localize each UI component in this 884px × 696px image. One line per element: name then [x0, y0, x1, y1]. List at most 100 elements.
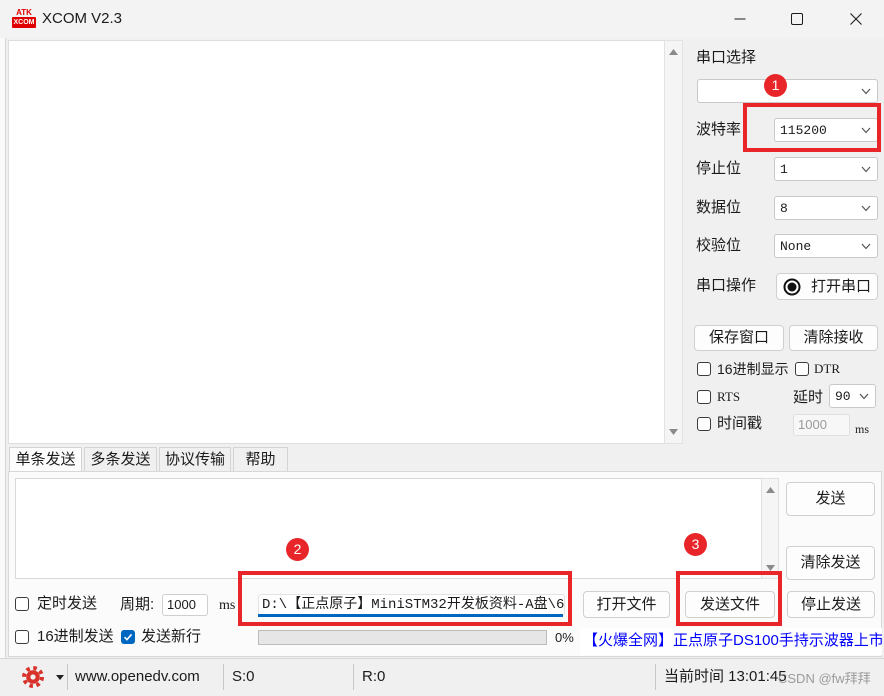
save-window-button[interactable]: 保存窗口	[694, 325, 784, 351]
period-label: 周期:	[120, 596, 155, 613]
send-label: 发送	[815, 490, 846, 507]
timestamp-checkbox[interactable]	[697, 417, 711, 431]
save-window-label: 保存窗口	[708, 329, 769, 346]
clear-send-button[interactable]: 清除发送	[786, 546, 875, 580]
clear-send-label: 清除发送	[800, 554, 861, 571]
minimize-button[interactable]	[717, 0, 763, 38]
xcom-window: ATK XCOM XCOM V2.3 串口选择 波特率 115200 停止位 1…	[0, 0, 884, 696]
chevron-down-icon[interactable]	[861, 166, 871, 173]
chevron-down-icon[interactable]	[861, 127, 871, 134]
window-title: XCOM V2.3	[42, 10, 123, 27]
open-file-button[interactable]: 打开文件	[583, 591, 670, 618]
stop-bits-select[interactable]: 1	[774, 157, 878, 181]
watermark: CSDN @fw拜拜	[778, 671, 871, 686]
annotation-marker-1: 1	[764, 74, 787, 97]
progress-bar	[258, 630, 547, 645]
port-select[interactable]	[697, 79, 878, 103]
title-bar: ATK XCOM XCOM V2.3	[0, 0, 884, 38]
period-input[interactable]: 1000	[162, 594, 208, 616]
ad-link-text[interactable]: 【火爆全网】正点原子DS100手持示波器上市	[583, 631, 882, 651]
chevron-down-icon[interactable]	[861, 205, 871, 212]
delay-label: 延时	[793, 389, 824, 406]
receive-scrollbar[interactable]	[664, 40, 683, 444]
data-bits-label: 数据位	[696, 199, 742, 216]
delay-select[interactable]: 90	[829, 384, 876, 408]
timed-send-label: 定时发送	[37, 595, 98, 612]
progress-text: 0%	[555, 630, 574, 645]
timestamp-interval-value: 1000	[798, 417, 827, 432]
website-link[interactable]: www.openedv.com	[75, 667, 200, 687]
dtr-checkbox[interactable]	[795, 362, 809, 376]
scroll-down-icon[interactable]	[766, 565, 775, 571]
data-bits-value: 8	[780, 201, 788, 216]
minimize-icon	[734, 18, 746, 20]
tab-single-send[interactable]: 单条发送	[9, 447, 82, 472]
scroll-up-icon[interactable]	[669, 49, 678, 55]
open-file-label: 打开文件	[596, 596, 657, 613]
sent-count: S:0	[232, 668, 255, 685]
receive-area[interactable]	[8, 40, 665, 444]
delay-value: 90	[835, 389, 851, 404]
timestamp-interval-input[interactable]: 1000	[793, 414, 850, 436]
chevron-down-icon[interactable]	[859, 393, 869, 400]
scroll-up-icon[interactable]	[766, 487, 775, 493]
send-button[interactable]: 发送	[786, 482, 875, 516]
rts-label: RTS	[717, 389, 741, 404]
send-newline-checkbox[interactable]	[121, 630, 135, 644]
close-button[interactable]	[833, 0, 879, 38]
rts-checkbox[interactable]	[697, 390, 711, 404]
file-path-value: D:\【正点原子】MiniSTM32开发板资料-A盘\6	[262, 597, 565, 613]
baud-value: 115200	[780, 123, 827, 138]
send-newline-label: 发送新行	[141, 628, 202, 645]
port-label: 串口选择	[696, 49, 757, 66]
open-port-label: 打开串口	[811, 278, 872, 295]
open-port-button[interactable]: 打开串口	[776, 273, 878, 300]
annotation-marker-2: 2	[286, 538, 309, 561]
period-unit: ms	[219, 598, 236, 613]
close-icon	[850, 13, 862, 25]
tab-help[interactable]: 帮助	[233, 447, 288, 472]
radio-dot-icon	[783, 278, 801, 296]
data-bits-select[interactable]: 8	[774, 196, 878, 220]
file-path-input[interactable]: D:\【正点原子】MiniSTM32开发板资料-A盘\6	[258, 594, 565, 616]
parity-select[interactable]: None	[774, 234, 878, 258]
annotation-marker-3: 3	[684, 533, 707, 556]
send-scrollbar[interactable]	[761, 478, 779, 579]
chevron-down-icon[interactable]	[861, 243, 871, 250]
status-separator	[67, 664, 68, 690]
parity-label: 校验位	[696, 237, 742, 254]
baud-select[interactable]: 115200	[774, 118, 878, 142]
gear-icon[interactable]	[21, 665, 45, 689]
background-window-edge	[0, 38, 6, 658]
timed-send-checkbox[interactable]	[15, 597, 29, 611]
tab-label: 多条发送	[90, 451, 151, 468]
tab-label: 单条发送	[15, 451, 76, 468]
tab-label: 协议传输	[164, 451, 225, 468]
send-file-label: 发送文件	[699, 596, 760, 613]
clear-receive-label: 清除接收	[803, 329, 864, 346]
clear-receive-button[interactable]: 清除接收	[789, 325, 878, 351]
tab-multi-send[interactable]: 多条发送	[84, 447, 157, 472]
status-separator	[223, 664, 224, 690]
logo-top-text: ATK	[16, 8, 32, 17]
port-operation-label: 串口操作	[696, 277, 757, 294]
timestamp-unit: ms	[855, 422, 870, 436]
scroll-down-icon[interactable]	[669, 429, 678, 435]
received-count: R:0	[362, 668, 386, 685]
status-separator	[353, 664, 354, 690]
hex-display-checkbox[interactable]	[697, 362, 711, 376]
stop-send-label: 停止发送	[800, 596, 861, 613]
ad-link[interactable]: 【火爆全网】正点原子DS100手持示波器上市	[580, 628, 882, 655]
chevron-down-icon[interactable]	[861, 88, 871, 95]
stop-send-button[interactable]: 停止发送	[787, 591, 875, 618]
checkmark-icon	[123, 633, 133, 641]
stop-bits-value: 1	[780, 162, 788, 177]
parity-value: None	[780, 239, 812, 254]
send-file-button[interactable]: 发送文件	[685, 591, 775, 618]
tab-protocol[interactable]: 协议传输	[159, 447, 231, 472]
period-value: 1000	[167, 597, 196, 612]
send-text-area[interactable]	[15, 478, 762, 579]
maximize-button[interactable]	[774, 0, 820, 38]
caret-down-icon[interactable]	[56, 675, 64, 680]
hex-send-checkbox[interactable]	[15, 630, 29, 644]
